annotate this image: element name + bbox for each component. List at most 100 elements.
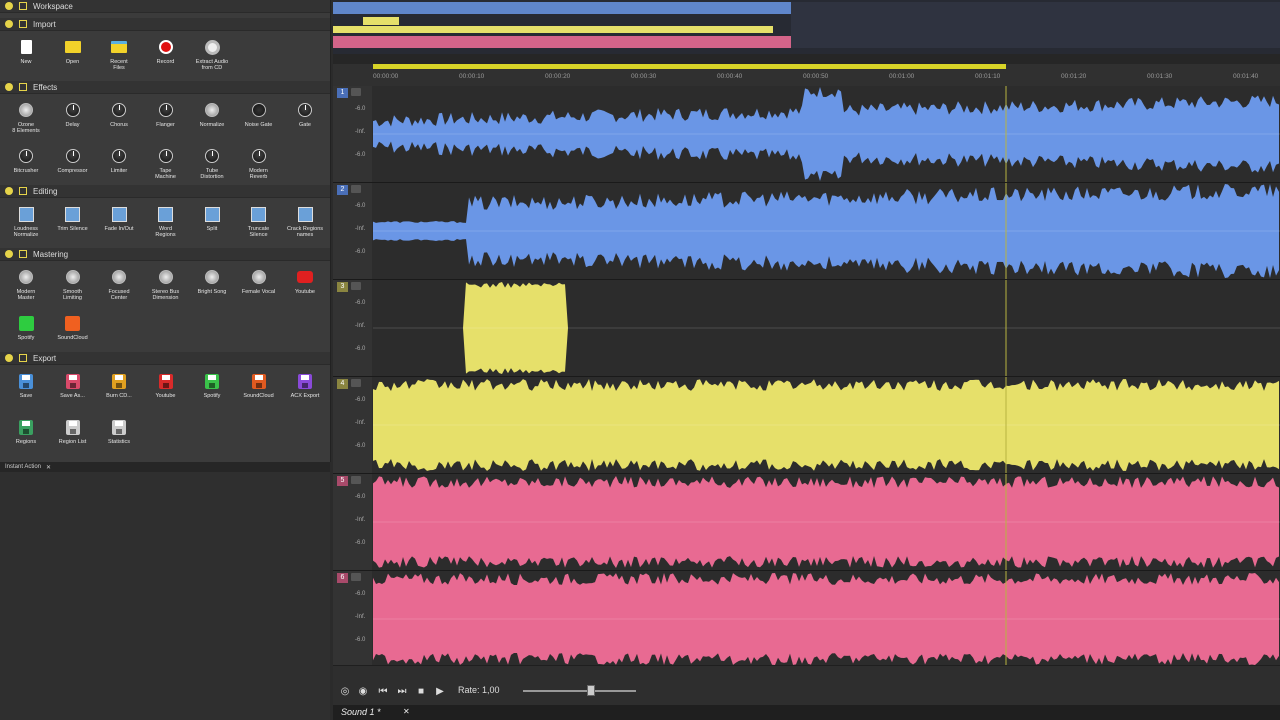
tool-loudness-button[interactable]: Loudness Normalize bbox=[4, 203, 48, 247]
tool-cd-button[interactable]: Extract Audio from CD bbox=[190, 36, 234, 80]
tool-regions-names-button[interactable]: Crack Regions names bbox=[283, 203, 327, 247]
instant-action-tab[interactable]: Instant Action ✕ bbox=[0, 462, 330, 472]
track-header[interactable]: 3 -6.0 -Inf. -6.0 bbox=[333, 280, 372, 376]
tool-knob-button[interactable]: Bitcrusher bbox=[4, 145, 48, 189]
collapse-icon[interactable] bbox=[5, 187, 13, 195]
track-6[interactable]: 6 -6.0 -Inf. -6.0 bbox=[333, 571, 1280, 668]
tool-spotify-button[interactable]: Spotify bbox=[4, 312, 48, 356]
section-workspace[interactable]: Workspace bbox=[0, 0, 330, 13]
track-collapse-button[interactable] bbox=[351, 573, 361, 581]
tool-recent-folder-button[interactable]: Recent Files bbox=[97, 36, 141, 80]
track-header[interactable]: 4 -6.0 -Inf. -6.0 bbox=[333, 377, 372, 473]
close-icon[interactable]: ✕ bbox=[46, 464, 51, 471]
tool-save-as-button[interactable]: Save As... bbox=[51, 370, 95, 414]
tool-record-button[interactable]: Record bbox=[144, 36, 188, 80]
collapse-icon[interactable] bbox=[5, 354, 13, 362]
section-mastering[interactable]: Mastering bbox=[0, 248, 330, 261]
tool-dial-button[interactable]: Focused Center bbox=[97, 266, 141, 310]
section-export[interactable]: Export bbox=[0, 352, 330, 365]
tool-ozone-dial-button[interactable]: Ozone 8 Elements bbox=[4, 99, 48, 143]
track-2[interactable]: 2 -6.0 -Inf. -6.0 bbox=[333, 183, 1280, 280]
track-waveform[interactable] bbox=[373, 377, 1280, 473]
track-waveform[interactable] bbox=[373, 474, 1280, 570]
tool-dial-button[interactable]: Stereo Bus Dimension bbox=[144, 266, 188, 310]
track-collapse-button[interactable] bbox=[351, 476, 361, 484]
tool-new-file-button[interactable]: New bbox=[4, 36, 48, 80]
track-4[interactable]: 4 -6.0 -Inf. -6.0 bbox=[333, 377, 1280, 474]
tool-knob-button[interactable]: Flanger bbox=[144, 99, 188, 143]
tool-knob-button[interactable]: Chorus bbox=[97, 99, 141, 143]
tool-trim-button[interactable]: Trim Silence bbox=[51, 203, 95, 247]
checkbox-icon[interactable] bbox=[19, 187, 27, 195]
rate-slider-thumb[interactable] bbox=[587, 685, 595, 696]
record-icon[interactable]: ◉ bbox=[357, 686, 369, 698]
track-waveform[interactable] bbox=[373, 571, 1280, 667]
tool-regions-button[interactable]: Regions bbox=[4, 416, 48, 460]
collapse-icon[interactable] bbox=[5, 20, 13, 28]
timeline-ruler[interactable]: 00:00:00 00:00:10 00:00:20 00:00:30 00:00:40… bbox=[333, 64, 1280, 86]
tool-knob-button[interactable]: Tape Machine bbox=[144, 145, 188, 189]
track-3[interactable]: 3 -6.0 -Inf. -6.0 bbox=[333, 280, 1280, 377]
track-1[interactable]: 1 -6.0 -Inf. -6.0 bbox=[333, 86, 1280, 183]
tool-spotify-save-button[interactable]: Spotify bbox=[190, 370, 234, 414]
track-header[interactable]: 5 -6.0 -Inf. -6.0 bbox=[333, 474, 372, 570]
tool-knob-button[interactable]: Limiter bbox=[97, 145, 141, 189]
tool-knob-button[interactable]: Compressor bbox=[51, 145, 95, 189]
checkbox-icon[interactable] bbox=[19, 2, 27, 10]
collapse-icon[interactable] bbox=[5, 2, 13, 10]
collapse-icon[interactable] bbox=[5, 83, 13, 91]
play-icon[interactable]: ▶ bbox=[434, 686, 446, 698]
tool-dial-button[interactable]: Female Vocal bbox=[237, 266, 281, 310]
tool-burn-cd-button[interactable]: Burn CD... bbox=[97, 370, 141, 414]
stop-icon[interactable]: ■ bbox=[415, 686, 427, 698]
section-effects[interactable]: Effects bbox=[0, 81, 330, 94]
track-header[interactable]: 6 -6.0 -Inf. -6.0 bbox=[333, 571, 372, 667]
track-header[interactable]: 2 -6.0 -Inf. -6.0 bbox=[333, 183, 372, 279]
overview-scroll[interactable] bbox=[333, 54, 1280, 64]
tool-knob-button[interactable]: Tube Distortion bbox=[190, 145, 234, 189]
tool-dial-button[interactable]: Smooth Limiting bbox=[51, 266, 95, 310]
tool-youtube-button[interactable]: Youtube bbox=[283, 266, 327, 310]
tool-fade-button[interactable]: Fade In/Out bbox=[97, 203, 141, 247]
tool-soundcloud-button[interactable]: SoundCloud bbox=[51, 312, 95, 356]
rewind-icon[interactable]: ⏮ bbox=[377, 686, 389, 698]
track-collapse-button[interactable] bbox=[351, 88, 361, 96]
track-waveform[interactable] bbox=[373, 183, 1280, 279]
tool-truncate-button[interactable]: Truncate Silence bbox=[237, 203, 281, 247]
overview-waveform[interactable] bbox=[333, 0, 1280, 54]
tool-noise-gate-button[interactable]: Noise Gate bbox=[237, 99, 281, 143]
tool-dial-button[interactable]: Modern Master bbox=[4, 266, 48, 310]
track-collapse-button[interactable] bbox=[351, 379, 361, 387]
track-waveform[interactable] bbox=[373, 280, 1280, 376]
tool-save-button[interactable]: Save bbox=[4, 370, 48, 414]
track-collapse-button[interactable] bbox=[351, 282, 361, 290]
forward-icon[interactable]: ⏭ bbox=[396, 686, 408, 698]
track-collapse-button[interactable] bbox=[351, 185, 361, 193]
checkbox-icon[interactable] bbox=[19, 83, 27, 91]
tool-word-regions-button[interactable]: Word Regions bbox=[144, 203, 188, 247]
tool-normalize-button[interactable]: Normalize bbox=[190, 99, 234, 143]
track-waveform[interactable] bbox=[373, 86, 1280, 182]
checkbox-icon[interactable] bbox=[19, 20, 27, 28]
section-import[interactable]: Import bbox=[0, 18, 330, 31]
checkbox-icon[interactable] bbox=[19, 250, 27, 258]
tool-dial-button[interactable]: Bright Song bbox=[190, 266, 234, 310]
rate-slider[interactable] bbox=[523, 685, 636, 696]
tool-statistics-button[interactable]: Statistics bbox=[97, 416, 141, 460]
tool-knob-button[interactable]: Modern Reverb bbox=[237, 145, 281, 189]
close-icon[interactable]: ✕ bbox=[403, 707, 410, 716]
selection-bar[interactable] bbox=[373, 64, 1006, 69]
document-tab[interactable]: Sound 1 * ✕ bbox=[333, 705, 1280, 720]
tool-soundcloud-save-button[interactable]: SoundCloud bbox=[237, 370, 281, 414]
section-editing[interactable]: Editing bbox=[0, 185, 330, 198]
track-header[interactable]: 1 -6.0 -Inf. -6.0 bbox=[333, 86, 372, 182]
tool-youtube-save-button[interactable]: Youtube bbox=[144, 370, 188, 414]
track-area[interactable]: 1 -6.0 -Inf. -6.0 2 -6.0 -Inf. -6.0 3 -6.0 -Inf. -6… bbox=[333, 86, 1280, 668]
collapse-icon[interactable] bbox=[5, 250, 13, 258]
tool-knob-button[interactable]: Delay bbox=[51, 99, 95, 143]
loop-icon[interactable]: ◎ bbox=[339, 686, 351, 698]
track-5[interactable]: 5 -6.0 -Inf. -6.0 bbox=[333, 474, 1280, 571]
tool-split-button[interactable]: Split bbox=[190, 203, 234, 247]
tool-region-list-button[interactable]: Region List bbox=[51, 416, 95, 460]
tool-knob-button[interactable]: Gate bbox=[283, 99, 327, 143]
